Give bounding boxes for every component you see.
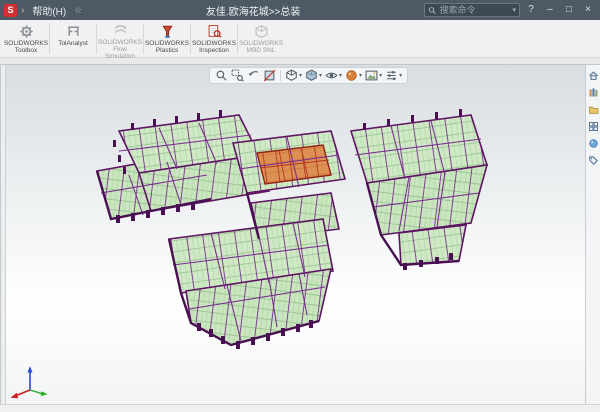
solidworks-window: S › 帮助(H) ☆ 友佳.欧海花城>>总装 ▾ ? – □ ×	[0, 0, 600, 412]
apply-scene-icon[interactable]: ▾	[364, 68, 383, 83]
tolanalyst-caliper-icon	[66, 23, 81, 39]
maximize-button[interactable]: □	[561, 3, 577, 17]
toolbar-separator	[280, 70, 281, 81]
ribbon-button-plastics[interactable]: SOLIDWORKS Plastics	[145, 21, 189, 57]
window-title: 友佳.欧海花城>>总装	[82, 3, 424, 18]
ribbon-separator	[143, 24, 144, 54]
toolbox-gear-icon	[19, 23, 34, 39]
chevron-down-icon: ▾	[339, 72, 342, 79]
solidworks-resources-icon[interactable]	[587, 69, 599, 81]
addins-ribbon: SOLIDWORKS Toolbox TolAnalyst SOLIDWORKS…	[0, 20, 600, 58]
ribbon-button-label: SOLIDWORKS MBD SNL	[239, 40, 283, 54]
menu-item-help[interactable]: 帮助(H)	[28, 1, 70, 20]
view-palette-icon[interactable]	[587, 120, 599, 132]
ribbon-separator	[237, 24, 238, 54]
ribbon-button-label: SOLIDWORKS Plastics	[145, 40, 189, 54]
ribbon-separator	[49, 24, 50, 54]
chevron-down-icon: ▾	[399, 72, 402, 79]
mbd-cube-icon	[254, 23, 269, 39]
appearances-scenes-icon[interactable]	[587, 137, 599, 149]
close-button[interactable]: ×	[580, 3, 596, 17]
ribbon-button-label: TolAnalyst	[58, 40, 88, 47]
minimize-button[interactable]: –	[542, 3, 558, 17]
graphics-area[interactable]: ▾ ▾ ▾ ▾ ▾ ▾	[0, 65, 600, 404]
menu-expand-icon[interactable]: ›	[21, 5, 24, 16]
design-library-icon[interactable]	[587, 86, 599, 98]
help-button[interactable]: ?	[523, 3, 539, 17]
ribbon-button-inspection[interactable]: SOLIDWORKS Inspection	[192, 21, 236, 57]
ribbon-separator	[96, 24, 97, 54]
ribbon-separator	[190, 24, 191, 54]
ribbon-button-mbd[interactable]: SOLIDWORKS MBD SNL	[239, 21, 283, 57]
edit-appearance-icon[interactable]: ▾	[344, 68, 363, 83]
section-view-icon[interactable]	[262, 68, 277, 83]
menu-pin-icon[interactable]: ☆	[74, 5, 82, 16]
chevron-down-icon: ▾	[319, 72, 322, 79]
ribbon-button-label: SOLIDWORKS Inspection	[192, 40, 236, 54]
titlebar: S › 帮助(H) ☆ 友佳.欧海花城>>总装 ▾ ? – □ ×	[0, 0, 600, 20]
ribbon-button-solidworks-toolbox[interactable]: SOLIDWORKS Toolbox	[4, 21, 48, 57]
headsup-view-toolbar: ▾ ▾ ▾ ▾ ▾ ▾	[209, 67, 408, 84]
zoom-area-icon[interactable]	[230, 68, 245, 83]
hide-show-items-icon[interactable]: ▾	[324, 68, 343, 83]
status-bar	[0, 404, 600, 412]
ribbon-button-label: SOLIDWORKS Toolbox	[4, 40, 48, 54]
commandmanager-tabstrip[interactable]	[0, 58, 600, 65]
search-scope-caret-icon[interactable]: ▾	[512, 6, 516, 14]
solidworks-logo-icon[interactable]: S	[4, 4, 17, 17]
ribbon-button-tolanalyst[interactable]: TolAnalyst	[51, 21, 95, 57]
display-style-icon[interactable]: ▾	[304, 68, 323, 83]
view-settings-icon[interactable]: ▾	[384, 68, 403, 83]
ribbon-button-flow-simulation[interactable]: SOLIDWORKS Flow Simulation	[98, 21, 142, 57]
chevron-down-icon: ▾	[299, 72, 302, 79]
custom-properties-icon[interactable]	[587, 154, 599, 166]
previous-view-icon[interactable]	[246, 68, 261, 83]
file-explorer-icon[interactable]	[587, 103, 599, 115]
zoom-fit-icon[interactable]	[214, 68, 229, 83]
view-orientation-icon[interactable]: ▾	[284, 68, 303, 83]
inspection-magnifier-doc-icon	[207, 23, 222, 39]
task-pane-strip	[585, 65, 600, 404]
flow-simulation-icon	[113, 23, 128, 38]
chevron-down-icon: ▾	[359, 72, 362, 79]
plastics-mold-icon	[160, 23, 175, 39]
search-input[interactable]	[439, 5, 509, 15]
search-icon	[428, 6, 436, 15]
chevron-down-icon: ▾	[379, 72, 382, 79]
reference-triad	[9, 363, 51, 399]
command-search[interactable]: ▾	[424, 3, 520, 17]
model-3d-view[interactable]	[1, 65, 600, 404]
ribbon-button-label: SOLIDWORKS Flow Simulation	[98, 39, 142, 60]
